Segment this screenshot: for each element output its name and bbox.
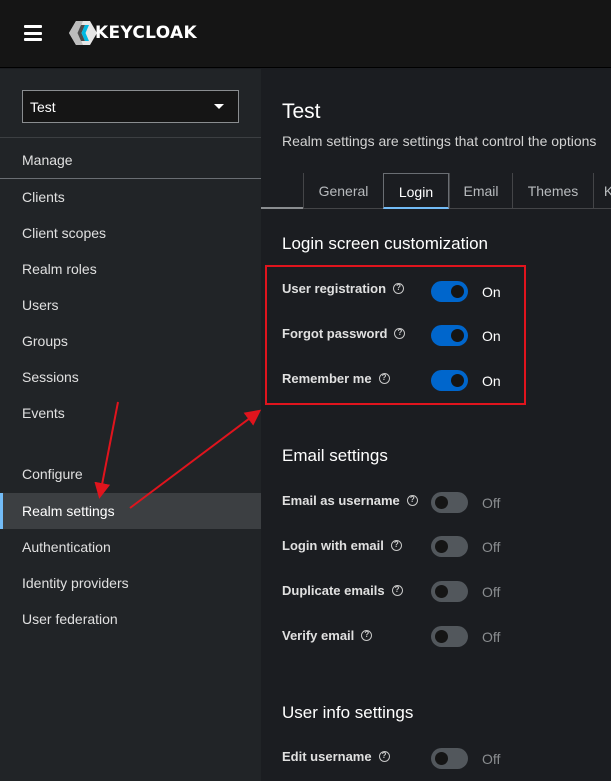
section-heading-login: Login screen customization (282, 234, 489, 253)
setting-label-text: Email as username (282, 493, 400, 508)
help-icon[interactable] (406, 495, 418, 506)
toggle-state-text: On (482, 284, 501, 300)
toggle-state-text: On (482, 373, 501, 389)
setting-label-forgot-password: Forgot password (282, 326, 406, 341)
setting-label-text: Duplicate emails (282, 583, 385, 598)
email-as-username-toggle[interactable] (431, 492, 468, 513)
sidebar-item-clients[interactable]: Clients (0, 179, 261, 215)
section-heading-email: Email settings (282, 446, 388, 465)
login-with-email-toggle[interactable] (431, 536, 468, 557)
tab-general[interactable]: General (303, 173, 383, 209)
sidebar-item-authentication[interactable]: Authentication (0, 529, 261, 565)
toggle-state-text: On (482, 328, 501, 344)
caret-down-icon (214, 104, 224, 109)
sidebar-divider (0, 137, 261, 138)
setting-label-text: Forgot password (282, 326, 388, 341)
sidebar-item-realm-settings[interactable]: Realm settings (0, 493, 261, 529)
setting-label-duplicate-emails: Duplicate emails (282, 583, 403, 598)
logo-text: KEYCLOAK (95, 23, 197, 43)
setting-label-text: Remember me (282, 371, 372, 386)
realm-selector[interactable]: Test (22, 90, 239, 123)
page-title: Test (282, 100, 321, 123)
help-icon[interactable] (378, 751, 390, 762)
sidebar-item-realm-roles[interactable]: Realm roles (0, 251, 261, 287)
sidebar-item-sessions[interactable]: Sessions (0, 359, 261, 395)
help-icon[interactable] (391, 585, 403, 596)
sidebar-item-users[interactable]: Users (0, 287, 261, 323)
setting-label-user-registration: User registration (282, 281, 405, 296)
help-icon[interactable] (390, 540, 402, 551)
sidebar-section-configure: Configure (22, 466, 83, 482)
tab-bar: General Login Email Themes K (261, 173, 611, 209)
setting-label-login-with-email: Login with email (282, 538, 402, 553)
setting-label-edit-username: Edit username (282, 749, 390, 764)
toggle-state-text: Off (482, 629, 501, 645)
sidebar-item-user-federation[interactable]: User federation (0, 601, 261, 637)
tab-keys[interactable]: K (593, 173, 611, 209)
setting-label-text: Edit username (282, 749, 372, 764)
toggle-state-text: Off (482, 539, 501, 555)
sidebar-item-client-scopes[interactable]: Client scopes (0, 215, 261, 251)
user-registration-toggle[interactable] (431, 281, 468, 302)
toggle-state-text: Off (482, 584, 501, 600)
setting-label-verify-email: Verify email (282, 628, 373, 643)
tab-themes[interactable]: Themes (512, 173, 593, 209)
help-icon[interactable] (361, 630, 373, 641)
remember-me-toggle[interactable] (431, 370, 468, 391)
main-content: Test Realm settings are settings that co… (261, 69, 611, 781)
sidebar: Test Manage Clients Client scopes Realm … (0, 69, 261, 781)
keycloak-logo[interactable]: KEYCLOAK (68, 20, 197, 46)
toggle-state-text: Off (482, 751, 501, 767)
masthead: KEYCLOAK (0, 0, 611, 68)
setting-label-text: User registration (282, 281, 387, 296)
help-icon[interactable] (378, 373, 390, 384)
setting-label-remember-me: Remember me (282, 371, 390, 386)
forgot-password-toggle[interactable] (431, 325, 468, 346)
sidebar-item-groups[interactable]: Groups (0, 323, 261, 359)
edit-username-toggle[interactable] (431, 748, 468, 769)
setting-label-email-as-username: Email as username (282, 493, 418, 508)
tab-email[interactable]: Email (449, 173, 512, 209)
page-description: Realm settings are settings that control… (282, 133, 597, 149)
setting-label-text: Verify email (282, 628, 355, 643)
sidebar-item-identity-providers[interactable]: Identity providers (0, 565, 261, 601)
tab-login[interactable]: Login (383, 173, 449, 209)
realm-selector-value: Test (30, 98, 56, 115)
tab-bar-edge (261, 207, 303, 209)
section-heading-user-info: User info settings (282, 703, 414, 722)
sidebar-section-manage: Manage (22, 152, 73, 168)
verify-email-toggle[interactable] (431, 626, 468, 647)
hamburger-menu-icon[interactable] (24, 25, 42, 41)
toggle-state-text: Off (482, 495, 501, 511)
duplicate-emails-toggle[interactable] (431, 581, 468, 602)
help-icon[interactable] (394, 328, 406, 339)
keycloak-logo-icon (69, 21, 97, 45)
sidebar-item-events[interactable]: Events (0, 395, 261, 431)
help-icon[interactable] (393, 283, 405, 294)
setting-label-text: Login with email (282, 538, 384, 553)
